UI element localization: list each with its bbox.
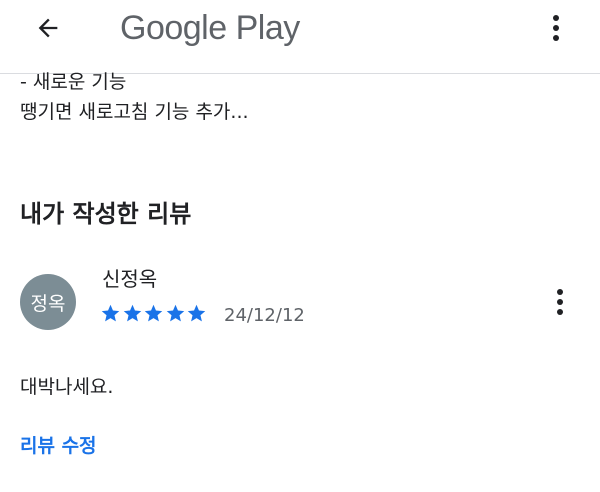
back-button[interactable] xyxy=(22,6,74,50)
more-vert-icon xyxy=(553,15,559,41)
app-bar: Google Play xyxy=(0,0,600,74)
star-icon xyxy=(166,304,184,321)
star-icon xyxy=(144,304,163,321)
app-title: Google Play xyxy=(120,9,300,47)
arrow-left-icon xyxy=(38,18,58,38)
star-icon xyxy=(101,304,120,321)
review-text: 대박나세요. xyxy=(20,376,114,398)
reviewer-name: 신정옥 xyxy=(102,267,158,291)
whats-new-line: - 새로운 기능 xyxy=(20,70,580,90)
more-vert-icon xyxy=(557,289,563,315)
review-more-options-button[interactable] xyxy=(544,282,576,322)
star-rating xyxy=(100,301,208,325)
review-date: 24/12/12 xyxy=(224,305,305,326)
star-icon xyxy=(187,304,206,321)
avatar: 정옥 xyxy=(20,274,76,330)
whats-new-line-text: - 새로운 기능 xyxy=(20,71,127,90)
section-title: 내가 작성한 리뷰 xyxy=(20,200,192,228)
avatar-text: 정옥 xyxy=(30,292,66,315)
edit-review-button[interactable]: 리뷰 수정 xyxy=(20,428,97,464)
more-options-button[interactable] xyxy=(538,6,574,50)
review-screen: Google Play - 새로운 기능 땡기면 새로고침 기능 추가... 내… xyxy=(0,0,600,492)
star-icon xyxy=(123,304,141,321)
whats-new-text: - 새로운 기능 땡기면 새로고침 기능 추가... xyxy=(20,72,580,130)
whats-new-line: 땡기면 새로고침 기능 추가... xyxy=(20,101,249,123)
